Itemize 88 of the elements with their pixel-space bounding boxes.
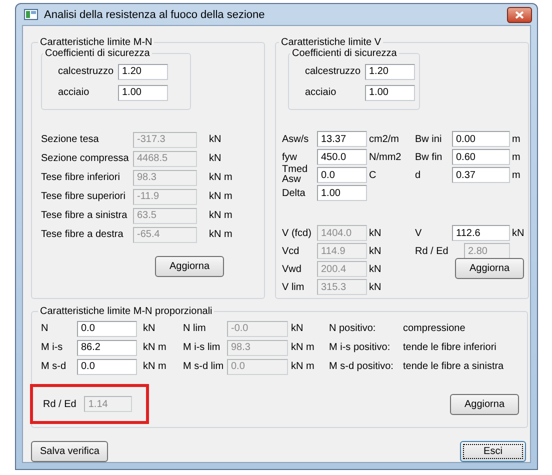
save-button[interactable]: Salva verifica [31,441,108,462]
field-label: d [415,168,422,182]
field-label: Tmed Asw [282,165,309,185]
input-field[interactable]: 1.00 [118,84,168,100]
group-title: Caratteristiche limite M-N [39,37,154,48]
field-label: N lim [183,322,207,335]
field-label: calcestruzzo [58,65,115,78]
input-field[interactable]: 1.00 [365,84,415,100]
unit-label: kN [369,280,382,294]
field-label: Asw/s [282,132,310,146]
field-label: Sezione tesa [41,133,100,146]
input-field[interactable]: 450.0 [317,149,367,165]
field-label: M i-s lim [183,341,222,354]
note-text: compressione [403,322,466,335]
field-label: calcestruzzo [305,65,362,78]
unit-label: m [512,168,522,182]
unit-label: kN m [209,190,234,203]
update-button[interactable]: Aggiorna [455,258,524,279]
unit-label: kN [209,152,222,165]
field-label: Bw fin [415,150,444,164]
unit-label: kN [512,226,524,240]
unit-label: C [369,168,378,182]
field-label: acciaio [305,86,338,99]
field-label: Rd / Ed [415,244,450,258]
unit-label: kN m [143,360,168,373]
unit-label: kN m [291,341,316,354]
field-label: Rd / Ed [43,398,76,410]
input-field[interactable]: 0.00 [452,131,510,147]
unit-label: cm2/m [369,132,400,146]
field-label: Tese fibre inferiori [41,171,121,184]
field-label: V [415,226,423,240]
app-icon [24,9,38,20]
input-field[interactable]: 0.60 [452,149,510,165]
field-label: Delta [282,186,306,200]
close-icon [515,10,524,18]
unit-label: kN m [209,171,234,184]
field-label: V (fcd) [282,226,312,240]
unit-label: kN [369,244,382,258]
field-label: Sezione compressa [41,152,130,165]
field-label: Tese fibre a destra [41,228,124,241]
input-field[interactable]: 1.20 [365,64,415,80]
field-label: N [41,322,50,335]
unit-label: kN [143,322,156,335]
unit-label: kN [369,226,382,240]
field-label: V lim [282,280,306,294]
note-label: M i-s positivo: [329,341,392,354]
note-text: tende le fibre inferiori [403,341,498,354]
note-text: tende le fibre a sinistra [403,360,505,373]
field-label: Vwd [282,262,302,276]
field-label: M s-d [41,360,67,373]
group-title: Coefficienti di sicurezza [291,48,398,59]
window-title: Analisi della resistenza al fuoco della sezione [44,8,266,20]
note-label: M s-d positivo: [329,360,394,373]
unit-label: N/mm2 [369,150,402,164]
unit-label: kN m [143,341,168,354]
input-field[interactable]: 1.00 [317,185,367,201]
field-label: Tese fibre a sinistra [41,209,128,222]
unit-label: kN [369,262,382,276]
input-field[interactable]: 0.0 [77,358,137,374]
unit-label: m [512,132,522,146]
input-field[interactable]: 112.6 [452,225,510,241]
input-field[interactable]: 0.0 [77,320,137,336]
close-button[interactable] [507,6,532,22]
input-field[interactable]: 0.37 [452,167,510,183]
group-title: Caratteristiche limite V [280,37,382,48]
input-field[interactable]: 1.20 [118,64,168,80]
group-title: Caratteristiche limite M-N proporzionali [39,306,214,317]
input-field[interactable]: 13.37 [317,131,367,147]
field-label: M i-s [41,341,64,354]
field-label: Bw ini [415,132,443,146]
exit-button[interactable]: Esci [460,441,526,462]
field-label: fyw [282,150,298,164]
field-label: acciaio [58,86,90,99]
field-label: M s-d lim [183,360,225,373]
unit-label: kN m [291,360,316,373]
unit-label: kN m [209,228,234,241]
unit-label: kN [291,322,304,335]
input-field[interactable]: 0.0 [317,167,367,183]
group-title: Coefficienti di sicurezza [44,48,151,59]
input-field[interactable]: 86.2 [77,340,137,356]
unit-label: kN [209,133,222,146]
unit-label: kN m [209,209,234,222]
update-button[interactable]: Aggiorna [155,256,224,277]
note-label: N positivo: [329,322,377,335]
update-button[interactable]: Aggiorna [450,394,519,414]
field-label: Vcd [282,244,300,258]
field-label: Tese fibre superiori [41,190,126,203]
unit-label: m [512,150,522,164]
